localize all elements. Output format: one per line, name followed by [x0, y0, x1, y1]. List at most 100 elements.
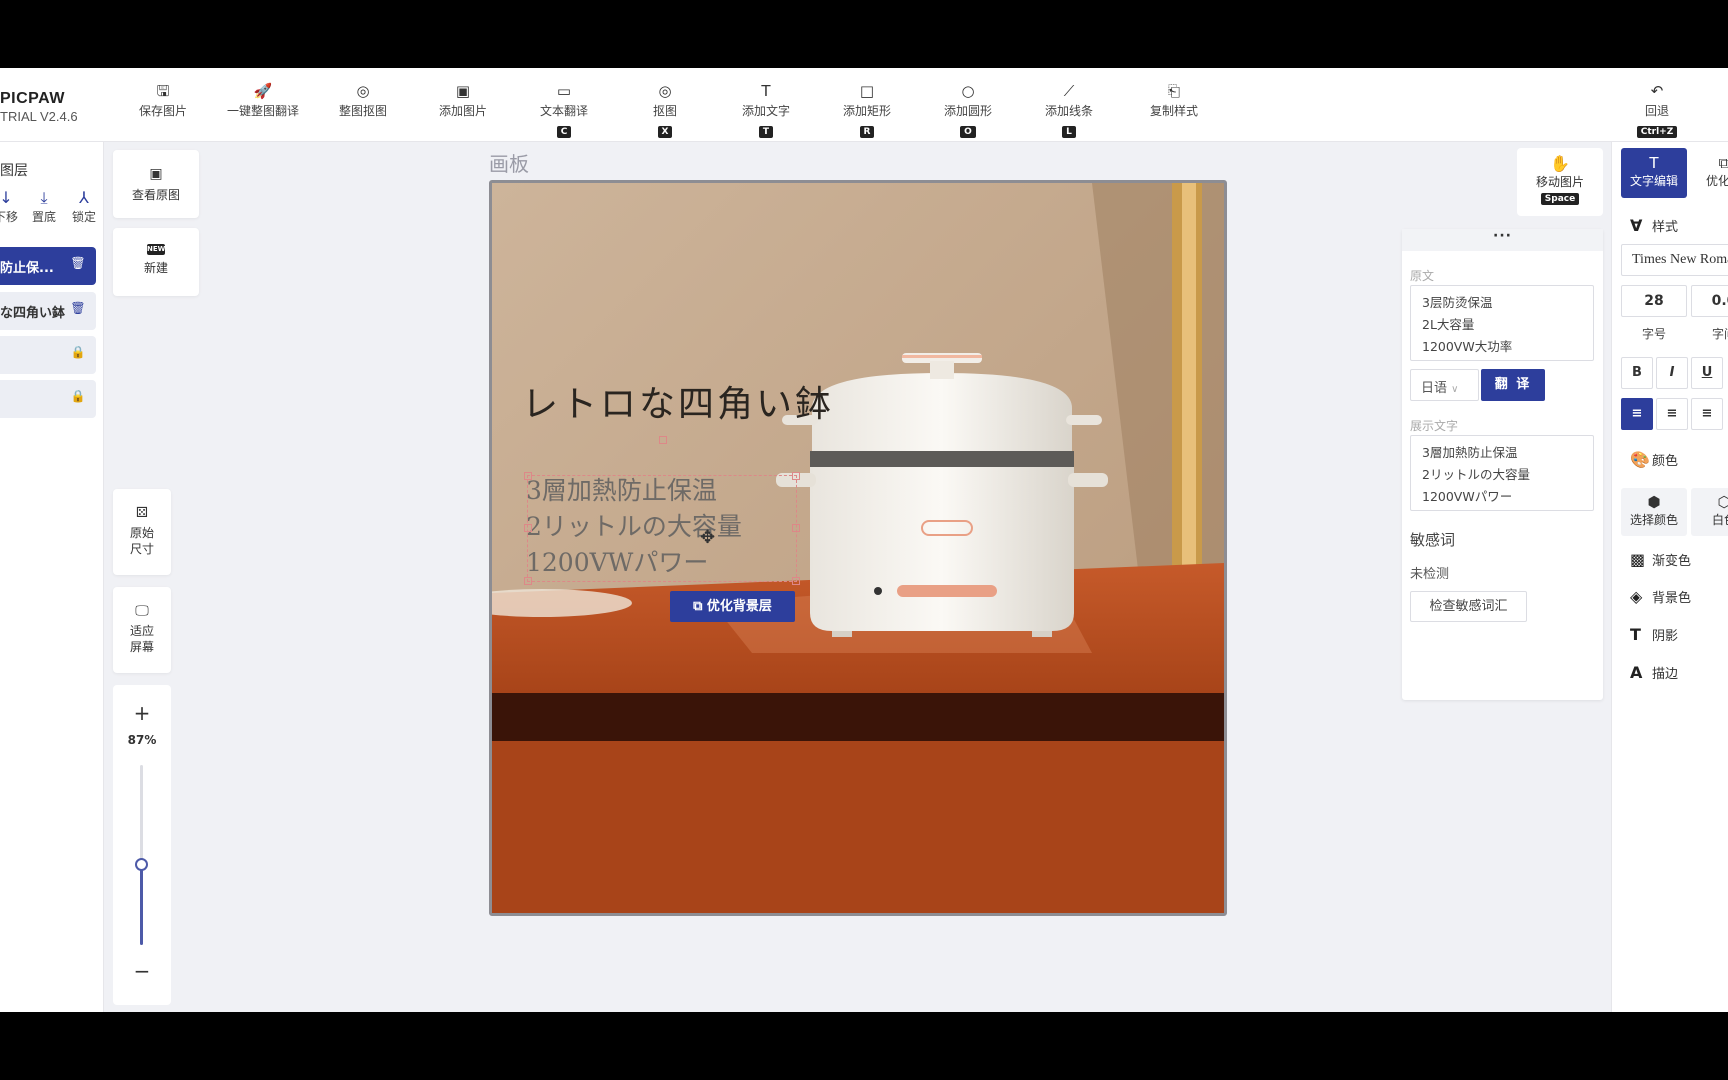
- white-color-button[interactable]: ⬡ 白色: [1691, 488, 1728, 536]
- new-label: 新建: [143, 261, 168, 275]
- add-line-button[interactable]: ⟋ 添加线条 L: [1024, 82, 1114, 138]
- translate-all-button[interactable]: 🚀 一键整图翻译: [218, 82, 308, 136]
- bold-button[interactable]: B: [1621, 357, 1653, 389]
- hexagon-outline-icon: ⬡: [1717, 493, 1728, 511]
- undo-button[interactable]: ↶ 回退 Ctrl+Z: [1612, 82, 1702, 138]
- resize-handle[interactable]: [524, 524, 532, 532]
- copy-style-label: 复制样式: [1149, 104, 1198, 118]
- resize-handle[interactable]: [792, 577, 800, 585]
- brand-version: TRIAL V2.4.6: [0, 109, 78, 124]
- check-sensitive-button[interactable]: 检查敏感词汇: [1410, 591, 1527, 622]
- canvas-title-text[interactable]: レトロな四角い鉢: [522, 375, 834, 427]
- cutout-all-button[interactable]: ◎ 整图抠图: [318, 82, 408, 136]
- source-line: 3层防烫保温: [1422, 295, 1493, 310]
- layer-lock-button[interactable]: ⅄ 锁定: [64, 188, 104, 225]
- add-text-button[interactable]: T 添加文字 T: [721, 82, 811, 138]
- cutout-button[interactable]: ◎ 抠图 X: [620, 82, 710, 138]
- text-icon: T: [1649, 154, 1659, 172]
- translate-button[interactable]: 翻 译: [1481, 369, 1545, 401]
- rotate-handle[interactable]: [659, 436, 667, 444]
- move-image-button[interactable]: ✋ 移动图片 Space: [1517, 148, 1603, 216]
- brand: PICPAW TRIAL V2.4.6: [0, 90, 78, 124]
- new-button[interactable]: NEW 新建: [113, 228, 199, 296]
- zoom-control: + 87% −: [113, 685, 171, 1005]
- tab-text-edit[interactable]: T 文字编辑: [1621, 148, 1687, 198]
- align-right-button[interactable]: ≡: [1691, 398, 1723, 430]
- lock-icon[interactable]: 🔒: [70, 389, 86, 407]
- hand-icon: ✋: [1550, 154, 1570, 173]
- zoom-out-button[interactable]: −: [113, 959, 171, 983]
- lock-icon[interactable]: 🔒: [70, 345, 86, 363]
- layer-item[interactable]: 防止保... 🗑: [0, 247, 96, 285]
- layer-item[interactable]: な四角い鉢 🗑: [0, 292, 96, 330]
- layer-lock-label: 锁定: [71, 210, 96, 224]
- original-size-button[interactable]: ⚄ 原始尺寸: [113, 489, 171, 575]
- resize-handle[interactable]: [792, 472, 800, 480]
- layer-item[interactable]: 🔒: [0, 336, 96, 374]
- trash-icon[interactable]: 🗑: [70, 256, 86, 274]
- language-value: 日语: [1421, 381, 1448, 396]
- source-heading: 原文: [1410, 269, 1435, 283]
- resize-handle[interactable]: [524, 577, 532, 585]
- font-size-input[interactable]: 28: [1621, 285, 1687, 317]
- stroke-row[interactable]: A 描边: [1630, 663, 1678, 682]
- add-text-label: 添加文字: [741, 104, 790, 118]
- translate-all-label: 一键整图翻译: [226, 104, 299, 118]
- selection-box[interactable]: [524, 436, 800, 585]
- align-center-button[interactable]: ≡: [1656, 398, 1688, 430]
- translate-panel: ··· 原文 3层防烫保温 2L大容量 1200VW大功率 日语 ∨ 翻 译 展…: [1402, 229, 1603, 700]
- view-original-button[interactable]: ▣ 查看原图: [113, 150, 199, 218]
- pick-color-button[interactable]: ⬢ 选择颜色: [1621, 488, 1687, 536]
- add-image-button[interactable]: ▣ 添加图片: [418, 82, 508, 136]
- chevron-down-icon: ∨: [1451, 384, 1459, 395]
- add-image-label: 添加图片: [438, 104, 487, 118]
- fit-screen-button[interactable]: 🖵 适应屏幕: [113, 587, 171, 673]
- zoom-in-button[interactable]: +: [113, 701, 171, 725]
- circle-icon: ○: [961, 82, 975, 100]
- line-icon: ⟋: [1063, 82, 1075, 100]
- add-circle-button[interactable]: ○ 添加圆形 O: [923, 82, 1013, 138]
- align-left-button[interactable]: ≡: [1621, 398, 1653, 430]
- language-select[interactable]: 日语 ∨: [1410, 369, 1479, 401]
- dice-icon: ⚄: [135, 505, 149, 521]
- board-label: 画板: [489, 152, 529, 176]
- fit-screen-label: 适应屏幕: [129, 624, 154, 654]
- save-image-button[interactable]: 🖫 保存图片: [118, 82, 208, 136]
- optimize-background-label: 优化背景层: [706, 599, 772, 614]
- layer-item[interactable]: 🔒: [0, 380, 96, 418]
- top-toolbar: PICPAW TRIAL V2.4.6 🖫 保存图片 🚀 一键整图翻译 ◎ 整图抠图 ▣ 添加…: [0, 68, 1728, 142]
- white-color-label: 白色: [1711, 513, 1728, 527]
- gradient-label: 渐变色: [1652, 554, 1692, 569]
- layer-to-bottom-button[interactable]: ⤓ 置底: [24, 188, 64, 225]
- copy-style-button[interactable]: ⎗ 复制样式: [1129, 82, 1219, 136]
- more-icon[interactable]: ···: [1402, 229, 1603, 251]
- undo-label: 回退: [1644, 104, 1669, 118]
- font-style-icon: Ɐ: [1630, 216, 1643, 235]
- shadow-row[interactable]: T 阴影: [1630, 625, 1678, 644]
- underline-button[interactable]: U: [1691, 357, 1723, 389]
- font-family-select[interactable]: Times New Roman: [1621, 244, 1728, 276]
- zoom-fill: [140, 864, 143, 945]
- layer-move-down-button[interactable]: ↓ 下移: [0, 188, 26, 225]
- canvas-board[interactable]: レトロな四角い鉢 3層加熱防止保温 2リットルの大容量 1200VWパワー ✥ …: [489, 180, 1227, 916]
- source-textbox[interactable]: 3层防烫保温 2L大容量 1200VW大功率: [1410, 285, 1594, 361]
- add-rect-button[interactable]: □ 添加矩形 R: [822, 82, 912, 138]
- optimize-background-button[interactable]: ⧉ 优化背景层: [670, 591, 795, 622]
- cutout-all-label: 整图抠图: [338, 104, 387, 118]
- resize-handle[interactable]: [524, 472, 532, 480]
- zoom-slider-handle[interactable]: [135, 858, 148, 871]
- gradient-row[interactable]: ▩ 渐变色: [1630, 550, 1691, 569]
- source-line: 2L大容量: [1422, 317, 1475, 332]
- paint-bucket-icon: ◈: [1630, 587, 1643, 606]
- resize-handle[interactable]: [792, 524, 800, 532]
- style-heading: Ɐ 样式: [1630, 216, 1678, 235]
- letter-spacing-label: 字间: [1711, 327, 1728, 341]
- display-textbox[interactable]: 3層加熱防止保温 2リットルの大容量 1200VWパワー: [1410, 435, 1594, 511]
- letter-spacing-input[interactable]: 0.0: [1691, 285, 1728, 317]
- text-translate-button[interactable]: ▭ 文本翻译 C: [519, 82, 609, 138]
- italic-button[interactable]: I: [1656, 357, 1688, 389]
- tab-optimize-background[interactable]: ⧉ 优化背: [1691, 148, 1728, 198]
- layer-item-label: な四角い鉢: [0, 306, 66, 321]
- background-color-row[interactable]: ◈ 背景色: [1630, 587, 1691, 606]
- trash-icon[interactable]: 🗑: [70, 301, 86, 319]
